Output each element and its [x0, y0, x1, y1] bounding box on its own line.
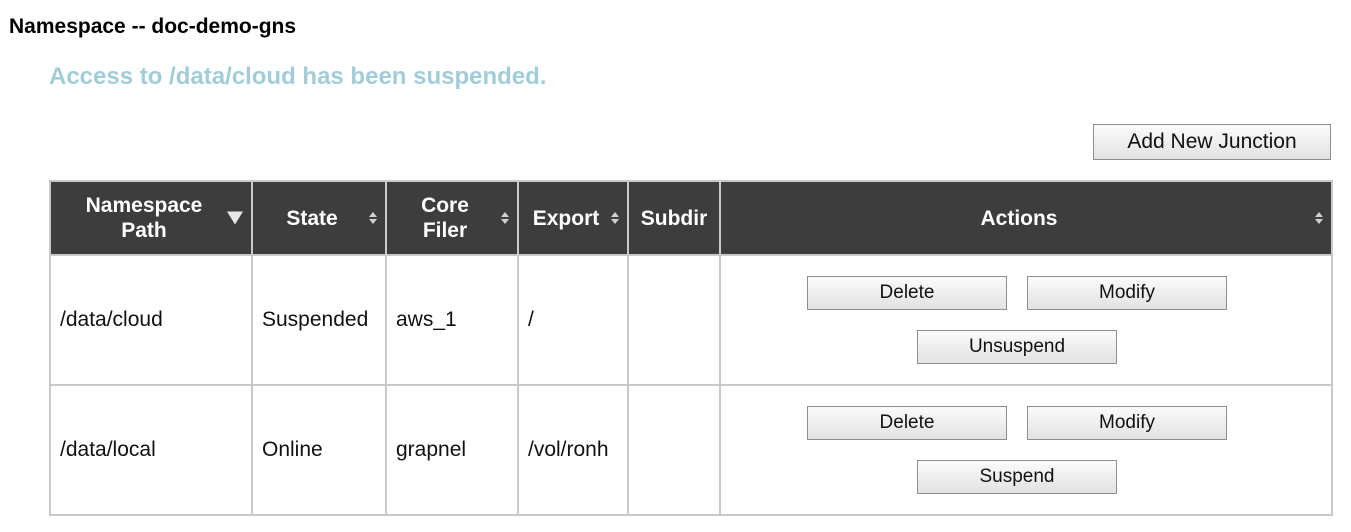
status-message: Access to /data/cloud has been suspended… — [49, 63, 547, 90]
sort-icon — [369, 212, 377, 224]
table-row: /data/cloud Suspended aws_1 / Delete Mod… — [49, 254, 1333, 386]
add-new-junction-button[interactable]: Add New Junction — [1093, 124, 1331, 160]
actions-button-row: Delete Modify — [712, 276, 1322, 310]
cell-subdir — [627, 254, 721, 386]
cell-export: /vol/ronh — [517, 384, 629, 516]
delete-button[interactable]: Delete — [807, 406, 1007, 440]
table-header-row: Namespace Path State Core Filer Export S… — [49, 180, 1333, 256]
column-header-label: Actions — [980, 206, 1058, 230]
column-header-label: State — [286, 206, 338, 230]
unsuspend-button[interactable]: Unsuspend — [917, 330, 1117, 364]
sort-icon — [501, 212, 509, 224]
cell-actions: Delete Modify Unsuspend — [719, 254, 1333, 386]
cell-core-filer: grapnel — [385, 384, 519, 516]
column-header-namespace-path[interactable]: Namespace Path — [49, 180, 253, 256]
actions-group: Delete Modify Unsuspend — [712, 276, 1322, 364]
column-header-label: Subdir — [640, 206, 708, 230]
modify-button[interactable]: Modify — [1027, 276, 1227, 310]
cell-namespace-path: /data/local — [49, 384, 253, 516]
cell-state: Online — [251, 384, 387, 516]
actions-button-row: Unsuspend — [712, 330, 1322, 364]
cell-subdir — [627, 384, 721, 516]
junctions-table: Namespace Path State Core Filer Export S… — [49, 180, 1333, 516]
column-header-label: Core Filer — [421, 194, 469, 242]
suspend-button[interactable]: Suspend — [917, 460, 1117, 494]
modify-button[interactable]: Modify — [1027, 406, 1227, 440]
cell-export: / — [517, 254, 629, 386]
actions-group: Delete Modify Suspend — [712, 406, 1322, 494]
delete-button[interactable]: Delete — [807, 276, 1007, 310]
column-header-label: Namespace Path — [85, 194, 203, 242]
cell-state: Suspended — [251, 254, 387, 386]
column-header-actions[interactable]: Actions — [719, 180, 1333, 256]
sort-icon — [611, 212, 619, 224]
cell-actions: Delete Modify Suspend — [719, 384, 1333, 516]
column-header-subdir: Subdir — [627, 180, 721, 256]
column-header-core-filer[interactable]: Core Filer — [385, 180, 519, 256]
column-header-export[interactable]: Export — [517, 180, 629, 256]
sort-icon — [1315, 212, 1323, 224]
column-header-label: Export — [532, 206, 600, 230]
column-header-state[interactable]: State — [251, 180, 387, 256]
sort-descending-icon — [227, 211, 243, 225]
cell-core-filer: aws_1 — [385, 254, 519, 386]
table-row: /data/local Online grapnel /vol/ronh Del… — [49, 384, 1333, 516]
actions-button-row: Delete Modify — [712, 406, 1322, 440]
page-title: Namespace -- doc-demo-gns — [9, 15, 297, 38]
actions-button-row: Suspend — [712, 460, 1322, 494]
cell-namespace-path: /data/cloud — [49, 254, 253, 386]
